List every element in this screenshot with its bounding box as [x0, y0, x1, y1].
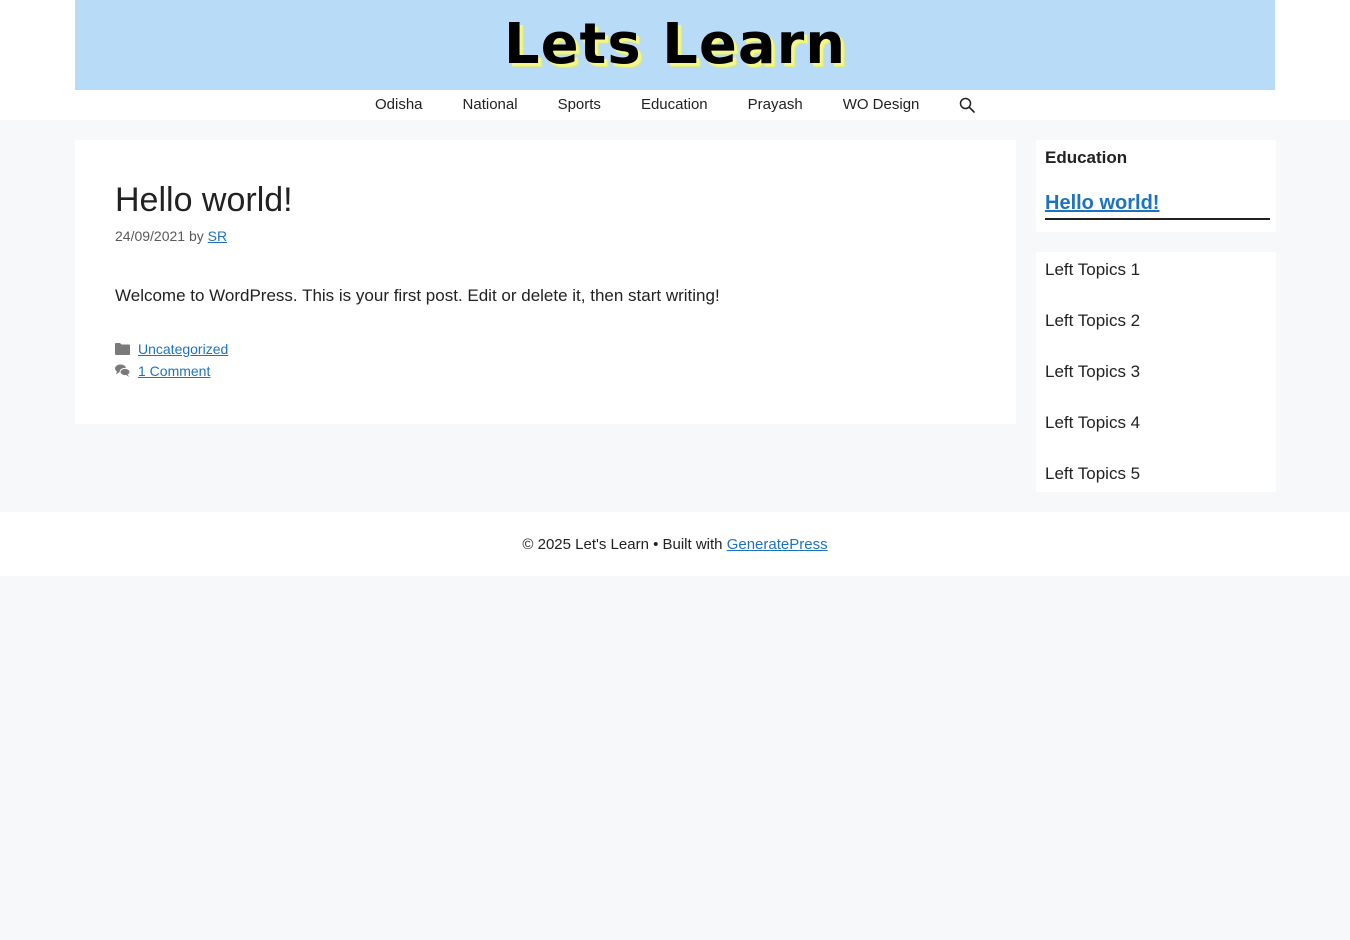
nav-item-sports[interactable]: Sports [538, 90, 621, 120]
site-header: Lets Learn [75, 0, 1275, 90]
sidebar-widget-education: Education Hello world! [1036, 140, 1276, 232]
post-category-link[interactable]: Uncategorized [138, 341, 228, 357]
post-category-row: Uncategorized [115, 338, 976, 360]
topic-item-3: Left Topics 3 [1045, 362, 1141, 381]
post-comments-row: 1 Comment [115, 360, 976, 382]
post-by: by [188, 227, 204, 244]
post-title: Hello world! [115, 181, 293, 219]
post-article: Hello world! 24/09/2021 by SR Welcome to… [75, 140, 1016, 424]
widget-post-link[interactable]: Hello world! [1045, 192, 1270, 221]
nav-item-education[interactable]: Education [621, 90, 728, 120]
widget-title: Education [1045, 148, 1128, 167]
topic-item-2: Left Topics 2 [1045, 311, 1141, 330]
nav-list: Odisha National Sports Education Prayash… [355, 90, 995, 120]
search-icon [960, 97, 976, 113]
nav-search-button[interactable] [939, 90, 995, 120]
site-footer: © 2025 Let's Learn • Built with Generate… [0, 512, 1350, 576]
post-comments-link[interactable]: 1 Comment [138, 363, 210, 379]
post-meta: 24/09/2021 by SR [115, 228, 976, 244]
post-date: 24/09/2021 [115, 227, 186, 244]
folder-icon [115, 342, 138, 356]
post-footer: Uncategorized 1 Comment [115, 338, 976, 382]
sidebar-widget-topics: Left Topics 1 Left Topics 2 Left Topics … [1036, 252, 1276, 492]
site-title[interactable]: Lets Learn [504, 12, 846, 77]
post-content: Welcome to WordPress. This is your first… [115, 285, 720, 305]
comments-icon [115, 364, 138, 378]
nav-item-national[interactable]: National [443, 90, 538, 120]
topic-item-1: Left Topics 1 [1045, 260, 1141, 279]
main-navigation: Odisha National Sports Education Prayash… [0, 90, 1350, 120]
post-author-link[interactable]: SR [208, 228, 227, 244]
nav-item-wo-design[interactable]: WO Design [823, 90, 940, 120]
footer-generatepress-link[interactable]: GeneratePress [727, 536, 828, 553]
topic-item-5: Left Topics 5 [1045, 464, 1141, 483]
nav-item-odisha[interactable]: Odisha [355, 90, 443, 120]
topic-item-4: Left Topics 4 [1045, 413, 1141, 432]
nav-item-prayash[interactable]: Prayash [728, 90, 823, 120]
footer-copyright: © 2025 Let's Learn • Built with [522, 535, 723, 553]
